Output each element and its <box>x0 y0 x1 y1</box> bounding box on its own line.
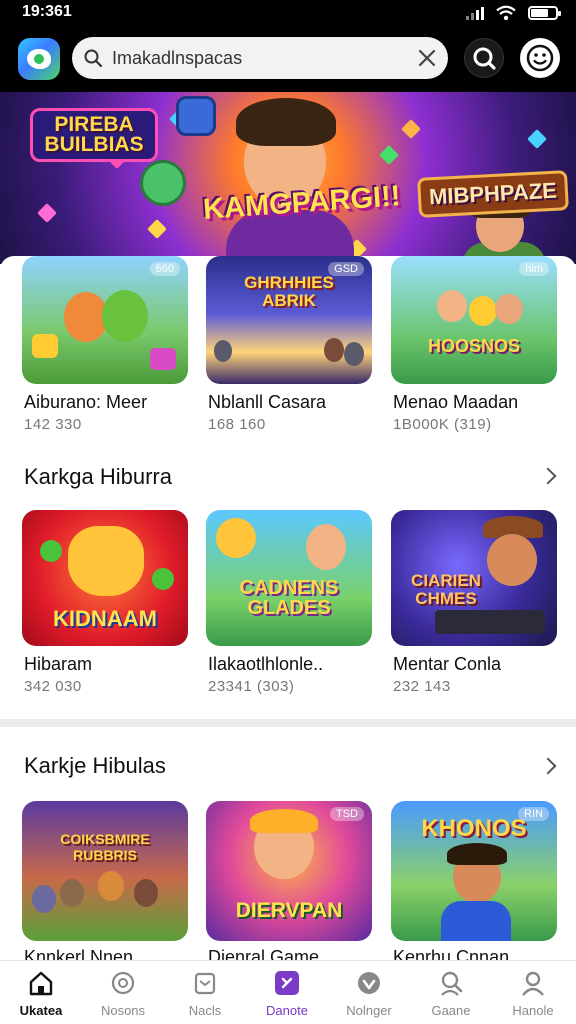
card-art-text: HOOSNOS <box>427 336 520 356</box>
controller-icon <box>441 971 463 996</box>
card-badge: GSD <box>328 262 364 276</box>
heart-icon <box>358 972 380 994</box>
inbox-icon <box>194 972 216 995</box>
hero-banner[interactable]: PIREBA BUILBIAS KAMGPARGI!! MIBPHPAZE <box>0 92 576 264</box>
hero-character-hair <box>236 98 336 146</box>
game-card[interactable]: CADNENS GLADES <box>206 510 372 646</box>
game-title: Nblanll Casara <box>208 392 327 412</box>
nav-item-games[interactable]: Gaane <box>410 967 492 1021</box>
game-card[interactable]: 660 <box>22 256 188 384</box>
nav-label: Ukatea <box>19 1003 63 1018</box>
game-title: Hibaram <box>24 654 93 674</box>
nav-label: Gaane <box>431 1003 471 1018</box>
nav-item-profile[interactable]: Hanole <box>492 967 574 1021</box>
nav-label: Hanole <box>512 1003 554 1018</box>
game-card[interactable]: COIKSBMIRE RUBBRIS <box>22 801 188 941</box>
app-header: Imakadlnspacas <box>0 26 576 92</box>
game-card[interactable]: CIARIEN CHMES <box>391 510 557 646</box>
nav-item-favorites[interactable]: Nolnger <box>328 967 410 1021</box>
status-time: 19:361 <box>22 3 72 20</box>
nav-item-inbox[interactable]: Nacls <box>164 967 246 1021</box>
wifi-icon <box>496 5 516 21</box>
game-title: Dienral Game <box>208 947 320 960</box>
card-art-text: CADNENS GLADES <box>239 577 339 619</box>
section-divider <box>0 719 576 727</box>
game-title: Aiburano: Meer <box>24 392 148 412</box>
gamepad-icon <box>275 971 299 995</box>
card-badge: 660 <box>149 262 180 276</box>
game-meta: 142 330 <box>24 416 82 433</box>
chevron-right-icon[interactable] <box>539 467 557 485</box>
game-meta: 23341 (303) <box>208 678 295 695</box>
game-card[interactable]: HOOSNOS him <box>391 256 557 384</box>
section-title: Karkga Hiburra <box>24 464 172 489</box>
game-meta: 168 160 <box>208 416 266 433</box>
nav-item-home[interactable]: Ukatea <box>0 967 82 1021</box>
card-badge: RIN <box>518 807 549 821</box>
profile-button[interactable] <box>520 38 560 78</box>
card-badge: him <box>519 262 549 276</box>
card-art-text: KIDNAAM <box>53 606 157 631</box>
chevron-right-icon[interactable] <box>539 757 557 775</box>
game-card[interactable]: GHRHHIES ABRIK GSD <box>206 256 372 384</box>
nav-label: Nolnger <box>346 1003 392 1018</box>
card-badge: TSD <box>330 807 364 821</box>
search-query-text: Imakadlnspacas <box>112 48 243 68</box>
game-meta: 342 030 <box>24 678 82 695</box>
discover-icon <box>111 971 135 995</box>
nav-item-gamepad[interactable]: Danote <box>246 967 328 1021</box>
card-art-text: GHRHHIES ABRIK <box>244 273 334 310</box>
card-art-text: DIERVPAN <box>235 899 343 922</box>
signal-icon <box>466 6 484 20</box>
game-card[interactable]: KHONOS RIN <box>391 801 557 941</box>
card-art-text: CIARIEN CHMES <box>411 571 481 608</box>
battery-icon <box>528 6 561 20</box>
hero-title-right: MIBPHPAZE <box>417 170 569 218</box>
close-icon[interactable] <box>416 47 438 69</box>
hero-title-center: KAMGPARGI!! <box>202 180 402 226</box>
hero-title-left: PIREBA BUILBIAS <box>30 108 158 162</box>
card-art-text: COIKSBMIRE RUBBRIS <box>60 831 150 863</box>
nav-item-discover[interactable]: Nosons <box>82 967 164 1021</box>
game-title: Menao Maadan <box>393 392 519 412</box>
nav-label: Nacls <box>188 1003 222 1018</box>
status-bar: 19:361 <box>0 0 576 26</box>
game-title: Ilakaotlhlonle.. <box>208 654 324 674</box>
home-icon <box>29 971 53 996</box>
game-title: Mentar Conla <box>393 654 502 674</box>
hero-creature <box>140 160 186 206</box>
hero-robot <box>176 96 216 136</box>
smiley-icon <box>526 44 554 72</box>
search-button[interactable] <box>464 38 504 78</box>
game-meta: 1B000K (319) <box>393 416 492 433</box>
game-card[interactable]: DIERVPAN TSD <box>206 801 372 941</box>
section-title: Karkje Hibulas <box>24 753 166 778</box>
search-icon <box>473 47 496 70</box>
search-icon <box>84 49 102 67</box>
status-icons <box>466 5 561 21</box>
search-input[interactable]: Imakadlnspacas <box>72 37 448 79</box>
profile-icon <box>522 971 544 996</box>
content-sheet: 660 Aiburano: Meer 142 330 GHRHHIES ABRI… <box>0 256 576 960</box>
game-title: Kenrhu Cnnan <box>393 947 510 960</box>
game-meta: 232 143 <box>393 678 451 695</box>
nav-label: Danote <box>266 1003 308 1018</box>
nav-label: Nosons <box>100 1003 146 1018</box>
game-title: Knnkerl Nnen <box>24 947 134 960</box>
bottom-nav: Ukatea Nosons Nacls Danote Nolnger Gaane… <box>0 960 576 1024</box>
game-card[interactable]: KIDNAAM <box>22 510 188 646</box>
app-logo[interactable] <box>18 38 60 80</box>
